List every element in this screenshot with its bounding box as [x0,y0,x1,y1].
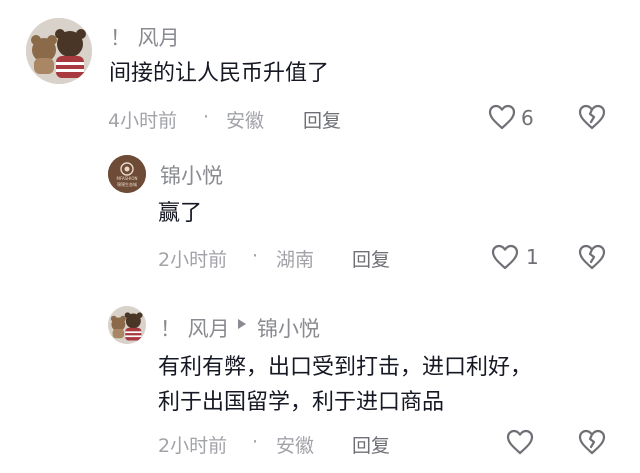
comment-time: 2小时前 [158,435,228,457]
dislike-broken-heart-icon[interactable] [578,429,606,455]
avatar-brand-text: MFASHION [116,176,138,181]
reply-button[interactable]: 回复 [352,245,390,272]
comment-location: 安徽 [226,110,265,132]
avatar-brand-subtext: 锦锦生态城 [117,182,137,187]
like-heart-icon[interactable] [491,244,519,270]
like-count: 1 [526,245,539,269]
dislike-broken-heart-icon[interactable] [578,104,606,130]
meta-dot: · [203,106,210,128]
meta-dot: · [252,245,259,267]
comment-text-line1: 有利有弊，出口受到打击，进口利好， [158,355,533,380]
dislike-broken-heart-icon[interactable] [578,244,606,270]
comment-time: 4小时前 [108,110,178,132]
meta-dot: · [252,431,259,453]
reply-button[interactable]: 回复 [303,106,341,133]
comment-location: 湖南 [276,249,315,271]
reply-arrow-icon [237,318,247,330]
avatar[interactable] [26,18,92,84]
teddy-bears-avatar-image [108,306,146,344]
avatar[interactable] [108,306,146,344]
avatar[interactable]: MFASHION 锦锦生态城 [108,155,146,193]
comment-username[interactable]: ！ 风月 [160,313,230,343]
reply-to-username[interactable]: 锦小悦 [257,313,320,343]
comment-text-line2: 利于出国留学，利于进口商品 [158,390,445,415]
reply-button[interactable]: 回复 [352,431,390,458]
teddy-bears-avatar-image [26,18,92,84]
comment-time: 2小时前 [158,249,228,271]
comment-username[interactable]: 锦小悦 [160,160,223,190]
like-heart-icon[interactable] [488,104,516,130]
comment-text: 赢了 [158,201,203,226]
like-count: 6 [521,106,534,130]
comment-location: 安徽 [276,435,315,457]
comment-text: 间接的让人民币升值了 [109,61,330,86]
comment-username[interactable]: ！ 风月 [110,22,180,52]
like-heart-icon[interactable] [506,429,534,455]
